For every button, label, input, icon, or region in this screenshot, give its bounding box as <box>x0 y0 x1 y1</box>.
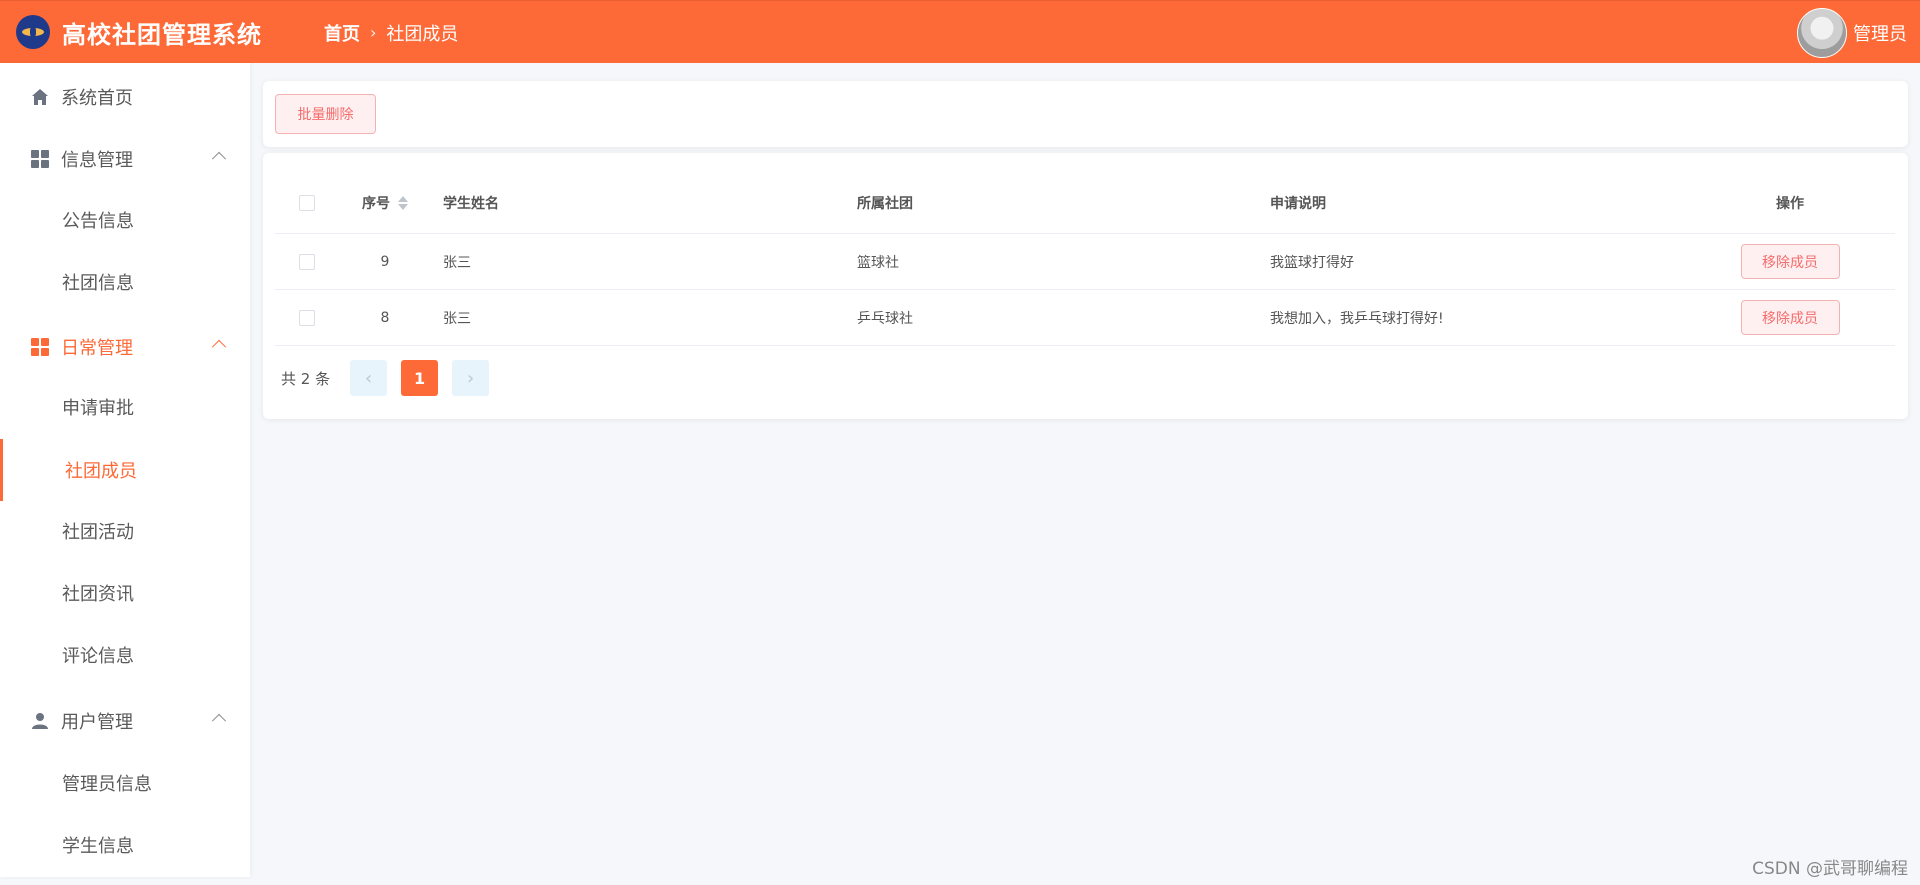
table-row: 8 张三 乒乓球社 我想加入，我乒乓球打得好! 移除成员 <box>275 290 1895 346</box>
next-page-button[interactable]: › <box>452 360 490 396</box>
sidebar: 系统首页 信息管理 公告信息 社团信息 日常管理 申请审批 社团成员 社团活动 … <box>0 63 250 877</box>
chevron-up-icon <box>211 713 227 728</box>
avatar[interactable] <box>1797 7 1847 58</box>
grid-icon <box>30 149 50 169</box>
sidebar-group-label: 日常管理 <box>61 338 133 359</box>
header-index[interactable]: 序号 <box>345 173 425 233</box>
sidebar-group-info[interactable]: 信息管理 <box>0 133 250 185</box>
sidebar-item-label: 管理员信息 <box>62 774 152 795</box>
sidebar-item-apply-review[interactable]: 申请审批 <box>0 381 250 433</box>
sidebar-item-comments[interactable]: 评论信息 <box>0 629 250 681</box>
row-checkbox[interactable] <box>299 253 315 270</box>
sidebar-group-daily[interactable]: 日常管理 <box>0 321 250 373</box>
header-index-label: 序号 <box>362 196 390 212</box>
logo-icon <box>16 15 50 49</box>
cell-student-name: 张三 <box>443 310 471 327</box>
sidebar-group-users[interactable]: 用户管理 <box>0 695 250 747</box>
watermark: CSDN @武哥聊编程 <box>1752 859 1908 879</box>
prev-page-button[interactable]: ‹ <box>350 360 388 396</box>
sidebar-group-label: 信息管理 <box>61 150 133 171</box>
sidebar-item-label: 社团信息 <box>62 273 134 294</box>
header-student-name: 学生姓名 <box>443 196 499 212</box>
cell-club: 乒乓球社 <box>857 310 913 327</box>
cell-index: 9 <box>380 253 390 270</box>
sidebar-item-admin-info[interactable]: 管理员信息 <box>0 757 250 809</box>
sort-icon[interactable] <box>398 196 408 210</box>
cell-index: 8 <box>380 309 390 326</box>
user-icon <box>30 711 50 731</box>
cell-student-name: 张三 <box>443 254 471 271</box>
sidebar-item-club-info[interactable]: 社团信息 <box>0 256 250 308</box>
pagination: 共 2 条 ‹ 1 › <box>281 360 490 396</box>
breadcrumb-separator-icon: › <box>370 23 377 42</box>
user-menu[interactable]: 管理员 <box>1797 1 1907 64</box>
chevron-right-icon: › <box>466 367 475 389</box>
chevron-left-icon: ‹ <box>364 367 373 389</box>
sidebar-item-notice[interactable]: 公告信息 <box>0 194 250 246</box>
top-header: 高校社团管理系统 首页 › 社团成员 管理员 <box>0 0 1920 63</box>
user-name[interactable]: 管理员 <box>1853 20 1907 46</box>
cell-description: 我篮球打得好 <box>1270 254 1354 271</box>
sidebar-item-label: 评论信息 <box>62 646 134 667</box>
sidebar-group-label: 用户管理 <box>61 712 133 733</box>
sidebar-item-label: 社团成员 <box>65 461 137 482</box>
header-club: 所属社团 <box>857 196 913 212</box>
sidebar-item-label: 系统首页 <box>61 88 133 109</box>
cell-description: 我想加入，我乒乓球打得好! <box>1270 310 1444 327</box>
toolbar-card: 批量删除 <box>263 81 1908 147</box>
sidebar-item-label: 学生信息 <box>62 836 134 857</box>
breadcrumb-current: 社团成员 <box>386 23 459 45</box>
table-row: 9 张三 篮球社 我篮球打得好 移除成员 <box>275 234 1895 290</box>
remove-member-button[interactable]: 移除成员 <box>1740 244 1840 279</box>
header-operation: 操作 <box>1776 196 1804 212</box>
row-checkbox[interactable] <box>299 309 315 326</box>
sidebar-item-club-activity[interactable]: 社团活动 <box>0 505 250 557</box>
grid-icon <box>30 337 50 357</box>
sidebar-item-student-info[interactable]: 学生信息 <box>0 819 250 871</box>
batch-delete-button[interactable]: 批量删除 <box>275 94 376 134</box>
members-table: 序号 学生姓名 所属社团 申请说明 操作 9 张三 篮球社 我篮球打得好 移除成… <box>275 173 1895 346</box>
sidebar-item-label: 公告信息 <box>62 211 134 232</box>
sidebar-item-label: 申请审批 <box>62 398 134 419</box>
table-header-row: 序号 学生姓名 所属社团 申请说明 操作 <box>275 173 1895 234</box>
sidebar-item-home[interactable]: 系统首页 <box>0 71 250 123</box>
page-number-button[interactable]: 1 <box>401 360 439 396</box>
sidebar-item-club-members[interactable]: 社团成员 <box>0 439 250 501</box>
select-all-checkbox[interactable] <box>299 195 315 211</box>
cell-club: 篮球社 <box>857 254 899 271</box>
app-title: 高校社团管理系统 <box>62 20 262 49</box>
sidebar-item-label: 社团资讯 <box>62 584 134 605</box>
breadcrumb: 首页 › 社团成员 <box>324 1 458 64</box>
breadcrumb-home[interactable]: 首页 <box>324 20 360 46</box>
pagination-total: 共 2 条 <box>281 369 331 388</box>
chevron-up-icon <box>211 151 227 166</box>
home-icon <box>30 87 50 107</box>
header-description: 申请说明 <box>1270 196 1326 212</box>
remove-member-button[interactable]: 移除成员 <box>1740 300 1840 335</box>
members-table-card: 序号 学生姓名 所属社团 申请说明 操作 9 张三 篮球社 我篮球打得好 移除成… <box>263 153 1908 419</box>
chevron-up-icon <box>211 339 227 354</box>
sidebar-item-label: 社团活动 <box>62 522 134 543</box>
sidebar-item-club-news[interactable]: 社团资讯 <box>0 567 250 619</box>
